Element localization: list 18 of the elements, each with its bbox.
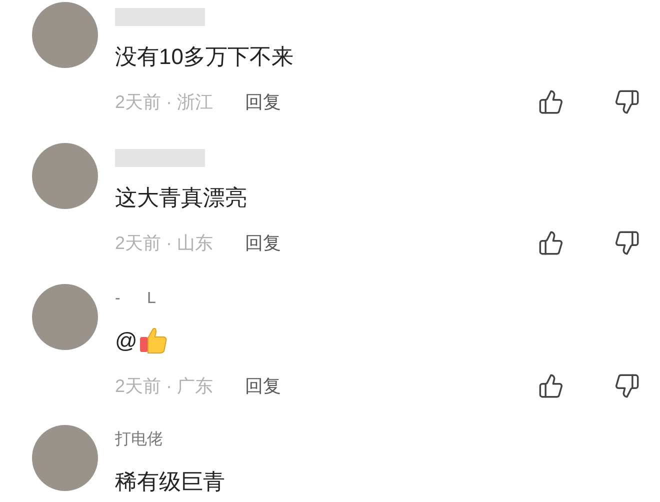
like-icon[interactable] <box>538 89 564 115</box>
reply-button[interactable]: 回复 <box>245 372 282 400</box>
comment-text: 稀有级巨青 <box>115 468 225 496</box>
comment-meta: 2天前 · 浙江 <box>115 90 214 114</box>
dislike-icon[interactable] <box>614 89 640 115</box>
comment-text: @ <box>115 326 138 354</box>
like-icon[interactable] <box>538 230 564 256</box>
username[interactable]: - L <box>115 288 640 310</box>
comment-text: 没有10多万下不来 <box>115 42 294 70</box>
comment-meta: 2天前 · 山东 <box>115 232 214 254</box>
dislike-icon[interactable] <box>614 373 640 399</box>
username[interactable]: 打电佬 <box>115 429 640 451</box>
dislike-icon[interactable] <box>614 230 640 256</box>
like-icon[interactable] <box>538 373 564 399</box>
comment-text: 这大青真漂亮 <box>115 184 247 212</box>
reply-button[interactable]: 回复 <box>245 230 282 256</box>
reply-button[interactable]: 回复 <box>245 88 282 116</box>
comment-meta: 2天前 · 广东 <box>115 374 214 398</box>
